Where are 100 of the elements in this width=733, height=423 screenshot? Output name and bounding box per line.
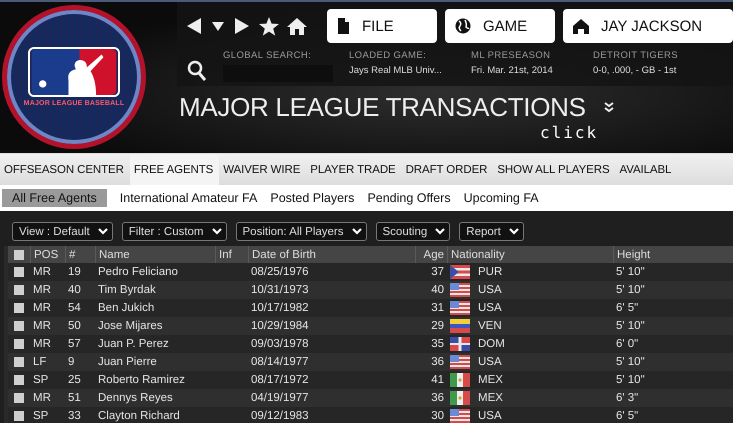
info-label: ML PRESEASON <box>471 50 552 61</box>
back-icon[interactable] <box>185 16 203 36</box>
table-cell-text: 30 <box>430 409 445 423</box>
table-cell-text: MR <box>32 283 52 298</box>
batter-silhouette-icon <box>28 47 120 97</box>
dropdown[interactable]: Filter : Custom <box>122 222 227 241</box>
table-cell: USA <box>478 410 502 422</box>
menu-tab[interactable]: OFFSEASON CENTER <box>0 154 130 185</box>
table-cell-text: 10/17/1982 <box>250 301 310 316</box>
table-cell-text: 51 <box>67 391 82 406</box>
table-cell-text: 19 <box>67 265 82 280</box>
table-cell-text: 40 <box>430 283 445 298</box>
table-cell-text: 36 <box>430 355 445 370</box>
handwritten-note: click <box>540 123 598 142</box>
dropdown[interactable]: Scouting <box>376 222 450 241</box>
table-cell: USA <box>478 302 502 314</box>
table-cell-text: Clayton Richard <box>97 409 181 423</box>
table-row[interactable]: MR 50 Jose Mijares 10/29/1984 29 VEN 5' 10" <box>8 317 733 335</box>
menu-tab[interactable]: PLAYER TRADE <box>306 154 402 185</box>
table-row[interactable]: SP 25 Roberto Ramirez 08/17/1972 41 MEX 5' 10" <box>8 371 733 389</box>
menu-tab[interactable]: SHOW ALL PLAYERS <box>493 154 616 185</box>
table-row[interactable]: SP 33 Clayton Richard 09/12/1983 30 USA 6' 5" <box>8 407 733 423</box>
menu-button[interactable]: GAME <box>445 9 555 43</box>
checkbox[interactable] <box>14 357 24 367</box>
checkbox[interactable] <box>14 411 24 421</box>
table-row[interactable]: MR 54 Ben Jukich 10/17/1982 31 USA 6' 5" <box>8 299 733 317</box>
table-cell-text: 5' 10" <box>615 355 646 370</box>
star-icon[interactable] <box>259 16 279 36</box>
checkbox[interactable] <box>14 267 24 277</box>
table-cell: PUR <box>478 266 502 278</box>
table-cell-text: 09/12/1983 <box>250 409 310 423</box>
sub-tab[interactable]: All Free Agents <box>2 189 107 207</box>
menu-button[interactable]: FILE <box>327 9 437 43</box>
table-row[interactable]: LF 9 Juan Pierre 08/14/1977 36 USA 5' 10" <box>8 353 733 371</box>
table-cell-text: 40 <box>67 283 82 298</box>
page-title: MAJOR LEAGUE TRANSACTIONS <box>179 92 586 123</box>
flag-icon <box>450 283 470 297</box>
table-cell-text: 33 <box>67 409 82 423</box>
table-cell-text: 5' 10" <box>615 319 646 334</box>
table-cell-text: MR <box>32 265 52 280</box>
table-cell-text: Jose Mijares <box>97 319 164 334</box>
table-cell-text: 5' 10" <box>615 265 646 280</box>
menu-tab[interactable]: DRAFT ORDER <box>402 154 494 185</box>
sub-tab[interactable]: Upcoming FA <box>464 189 539 207</box>
table-cell-text: 9 <box>67 355 76 370</box>
table-cell-text: 41 <box>430 373 445 388</box>
flag-icon <box>450 391 470 405</box>
table-cell-text: MR <box>32 337 52 352</box>
table-cell-text: 37 <box>430 265 445 280</box>
checkbox[interactable] <box>14 285 24 295</box>
double-chevron-icon[interactable] <box>604 102 614 113</box>
dropdown[interactable]: Position: All Players <box>236 222 367 241</box>
table-cell-text: SP <box>32 373 50 388</box>
sub-tab[interactable]: Posted Players <box>270 189 354 207</box>
table-cell-text: MR <box>32 301 52 316</box>
table-cell-text: 6' 0" <box>615 337 640 352</box>
table-cell-text: 5' 10" <box>615 283 646 298</box>
menu-tab[interactable]: WAIVER WIRE <box>219 154 306 185</box>
flag-icon <box>450 373 470 387</box>
table-cell-text: Pedro Feliciano <box>97 265 179 280</box>
table-cell-text: 6' 3" <box>615 391 640 406</box>
dropdown[interactable]: View : Default <box>12 222 113 241</box>
table-row[interactable]: MR 40 Tim Byrdak 10/31/1973 40 USA 5' 10" <box>8 281 733 299</box>
menu-tab[interactable]: AVAILABL <box>616 154 678 185</box>
checkbox[interactable] <box>14 303 24 313</box>
home-icon[interactable] <box>287 16 307 36</box>
table-cell-text: 25 <box>67 373 82 388</box>
table-cell-text: LF <box>32 355 48 370</box>
table-cell-text: 31 <box>430 301 445 316</box>
checkbox[interactable] <box>14 393 24 403</box>
dropdown[interactable]: Report <box>459 222 524 241</box>
flag-icon <box>450 265 470 279</box>
table-row[interactable]: MR 19 Pedro Feliciano 08/25/1976 37 PUR 5' 10" <box>8 263 733 281</box>
table-cell-text: 6' 5" <box>615 409 640 423</box>
menu-tab[interactable]: FREE AGENTS <box>130 154 220 185</box>
info-value: Fri. Mar. 21st, 2014 <box>471 65 554 76</box>
table-row[interactable]: MR 57 Juan P. Perez 09/03/1978 35 DOM 6' 0" <box>8 335 733 353</box>
table-cell-text: 50 <box>67 319 82 334</box>
table-cell: DOM <box>478 338 505 350</box>
table-cell-text: 57 <box>67 337 82 352</box>
flag-icon <box>450 319 470 333</box>
table-cell-text: Ben Jukich <box>97 301 156 316</box>
chevron-down-icon <box>98 228 108 235</box>
sub-tab[interactable]: Pending Offers <box>367 189 451 207</box>
table-cell-text: 54 <box>67 301 82 316</box>
checkbox[interactable] <box>14 321 24 331</box>
forward-icon[interactable] <box>233 16 251 36</box>
table-row[interactable]: MR 51 Dennys Reyes 04/19/1977 36 MEX 6' 3" <box>8 389 733 407</box>
field-label: GLOBAL SEARCH: <box>223 50 312 61</box>
table-cell-text: 29 <box>430 319 445 334</box>
table-cell-text: Juan Pierre <box>97 355 158 370</box>
checkbox[interactable] <box>14 339 24 349</box>
sub-tab[interactable]: International Amateur FA <box>120 189 258 207</box>
menu-button[interactable]: JAY JACKSON <box>563 9 733 43</box>
flag-icon <box>450 409 470 423</box>
checkbox[interactable] <box>14 250 24 260</box>
chevron-down-icon <box>508 228 519 235</box>
search-icon[interactable] <box>187 60 207 82</box>
checkbox[interactable] <box>14 375 24 385</box>
table-cell-text: Juan P. Perez <box>97 337 170 352</box>
